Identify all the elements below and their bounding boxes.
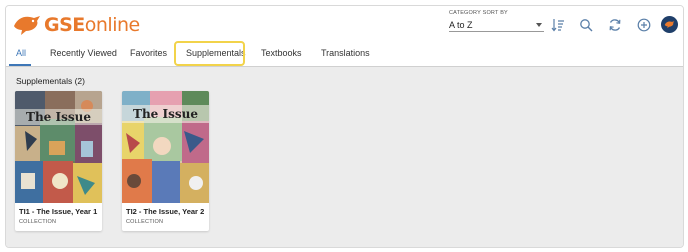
tab-label: All <box>16 47 27 58</box>
card-type: COLLECTION <box>19 219 57 225</box>
tab-recently-viewed[interactable]: Recently Viewed <box>50 39 117 66</box>
logo-wordmark: GSEonline <box>44 14 140 36</box>
add-button[interactable] <box>636 17 652 33</box>
logo-light-text: online <box>84 14 140 36</box>
user-avatar-icon <box>664 21 675 29</box>
content-area: Supplementals (2) The Issue TI1 - The Is… <box>6 67 683 247</box>
collection-card[interactable]: The Issue TI1 - The Issue, Year 1 COLLEC… <box>15 91 102 231</box>
cover-collage: The Issue <box>122 91 209 203</box>
app-logo[interactable]: GSEonline <box>12 12 140 38</box>
refresh-icon <box>609 19 621 31</box>
cover-collage: The Issue <box>15 91 102 203</box>
add-icon <box>637 18 651 32</box>
sort-order-icon <box>551 19 564 32</box>
cover-image: The Issue <box>122 91 209 203</box>
search-button[interactable] <box>578 17 594 33</box>
tab-favorites[interactable]: Favorites <box>130 39 167 66</box>
sort-select[interactable]: A to Z <box>449 18 544 32</box>
bird-logo-icon <box>14 16 40 35</box>
logo-main-text: GSE <box>44 14 85 36</box>
cover-title-text: The Issue <box>133 107 198 121</box>
tab-translations[interactable]: Translations <box>321 39 370 66</box>
refresh-button[interactable] <box>607 17 623 33</box>
tab-label: Textbooks <box>261 47 302 58</box>
app-window: GSEonline CATEGORY SORT BY A to Z All Re… <box>5 5 684 248</box>
user-avatar[interactable] <box>661 16 678 33</box>
category-sort: CATEGORY SORT BY A to Z <box>449 10 544 32</box>
section-title: Supplementals (2) <box>16 76 85 86</box>
tab-label: Translations <box>321 47 370 58</box>
tab-highlight-box <box>174 41 245 66</box>
sort-label: CATEGORY SORT BY <box>449 10 508 16</box>
category-tabs: All Recently Viewed Favorites Supplement… <box>6 39 683 67</box>
sort-order-button[interactable] <box>550 17 566 33</box>
tab-label: Recently Viewed <box>50 47 117 58</box>
search-icon <box>580 19 593 32</box>
collection-card[interactable]: The Issue TI2 - The Issue, Year 2 COLLEC… <box>122 91 209 231</box>
card-type: COLLECTION <box>126 219 164 225</box>
cover-image: The Issue <box>15 91 102 203</box>
active-tab-indicator <box>9 64 31 66</box>
tab-label: Favorites <box>130 47 168 58</box>
tab-all[interactable]: All <box>16 39 26 66</box>
tab-textbooks[interactable]: Textbooks <box>261 39 302 66</box>
chevron-down-icon <box>536 22 542 27</box>
card-title: TI2 - The Issue, Year 2 <box>126 207 205 216</box>
cover-title-text: The Issue <box>26 110 91 124</box>
sort-value: A to Z <box>449 19 473 30</box>
card-title: TI1 - The Issue, Year 1 <box>19 207 98 216</box>
